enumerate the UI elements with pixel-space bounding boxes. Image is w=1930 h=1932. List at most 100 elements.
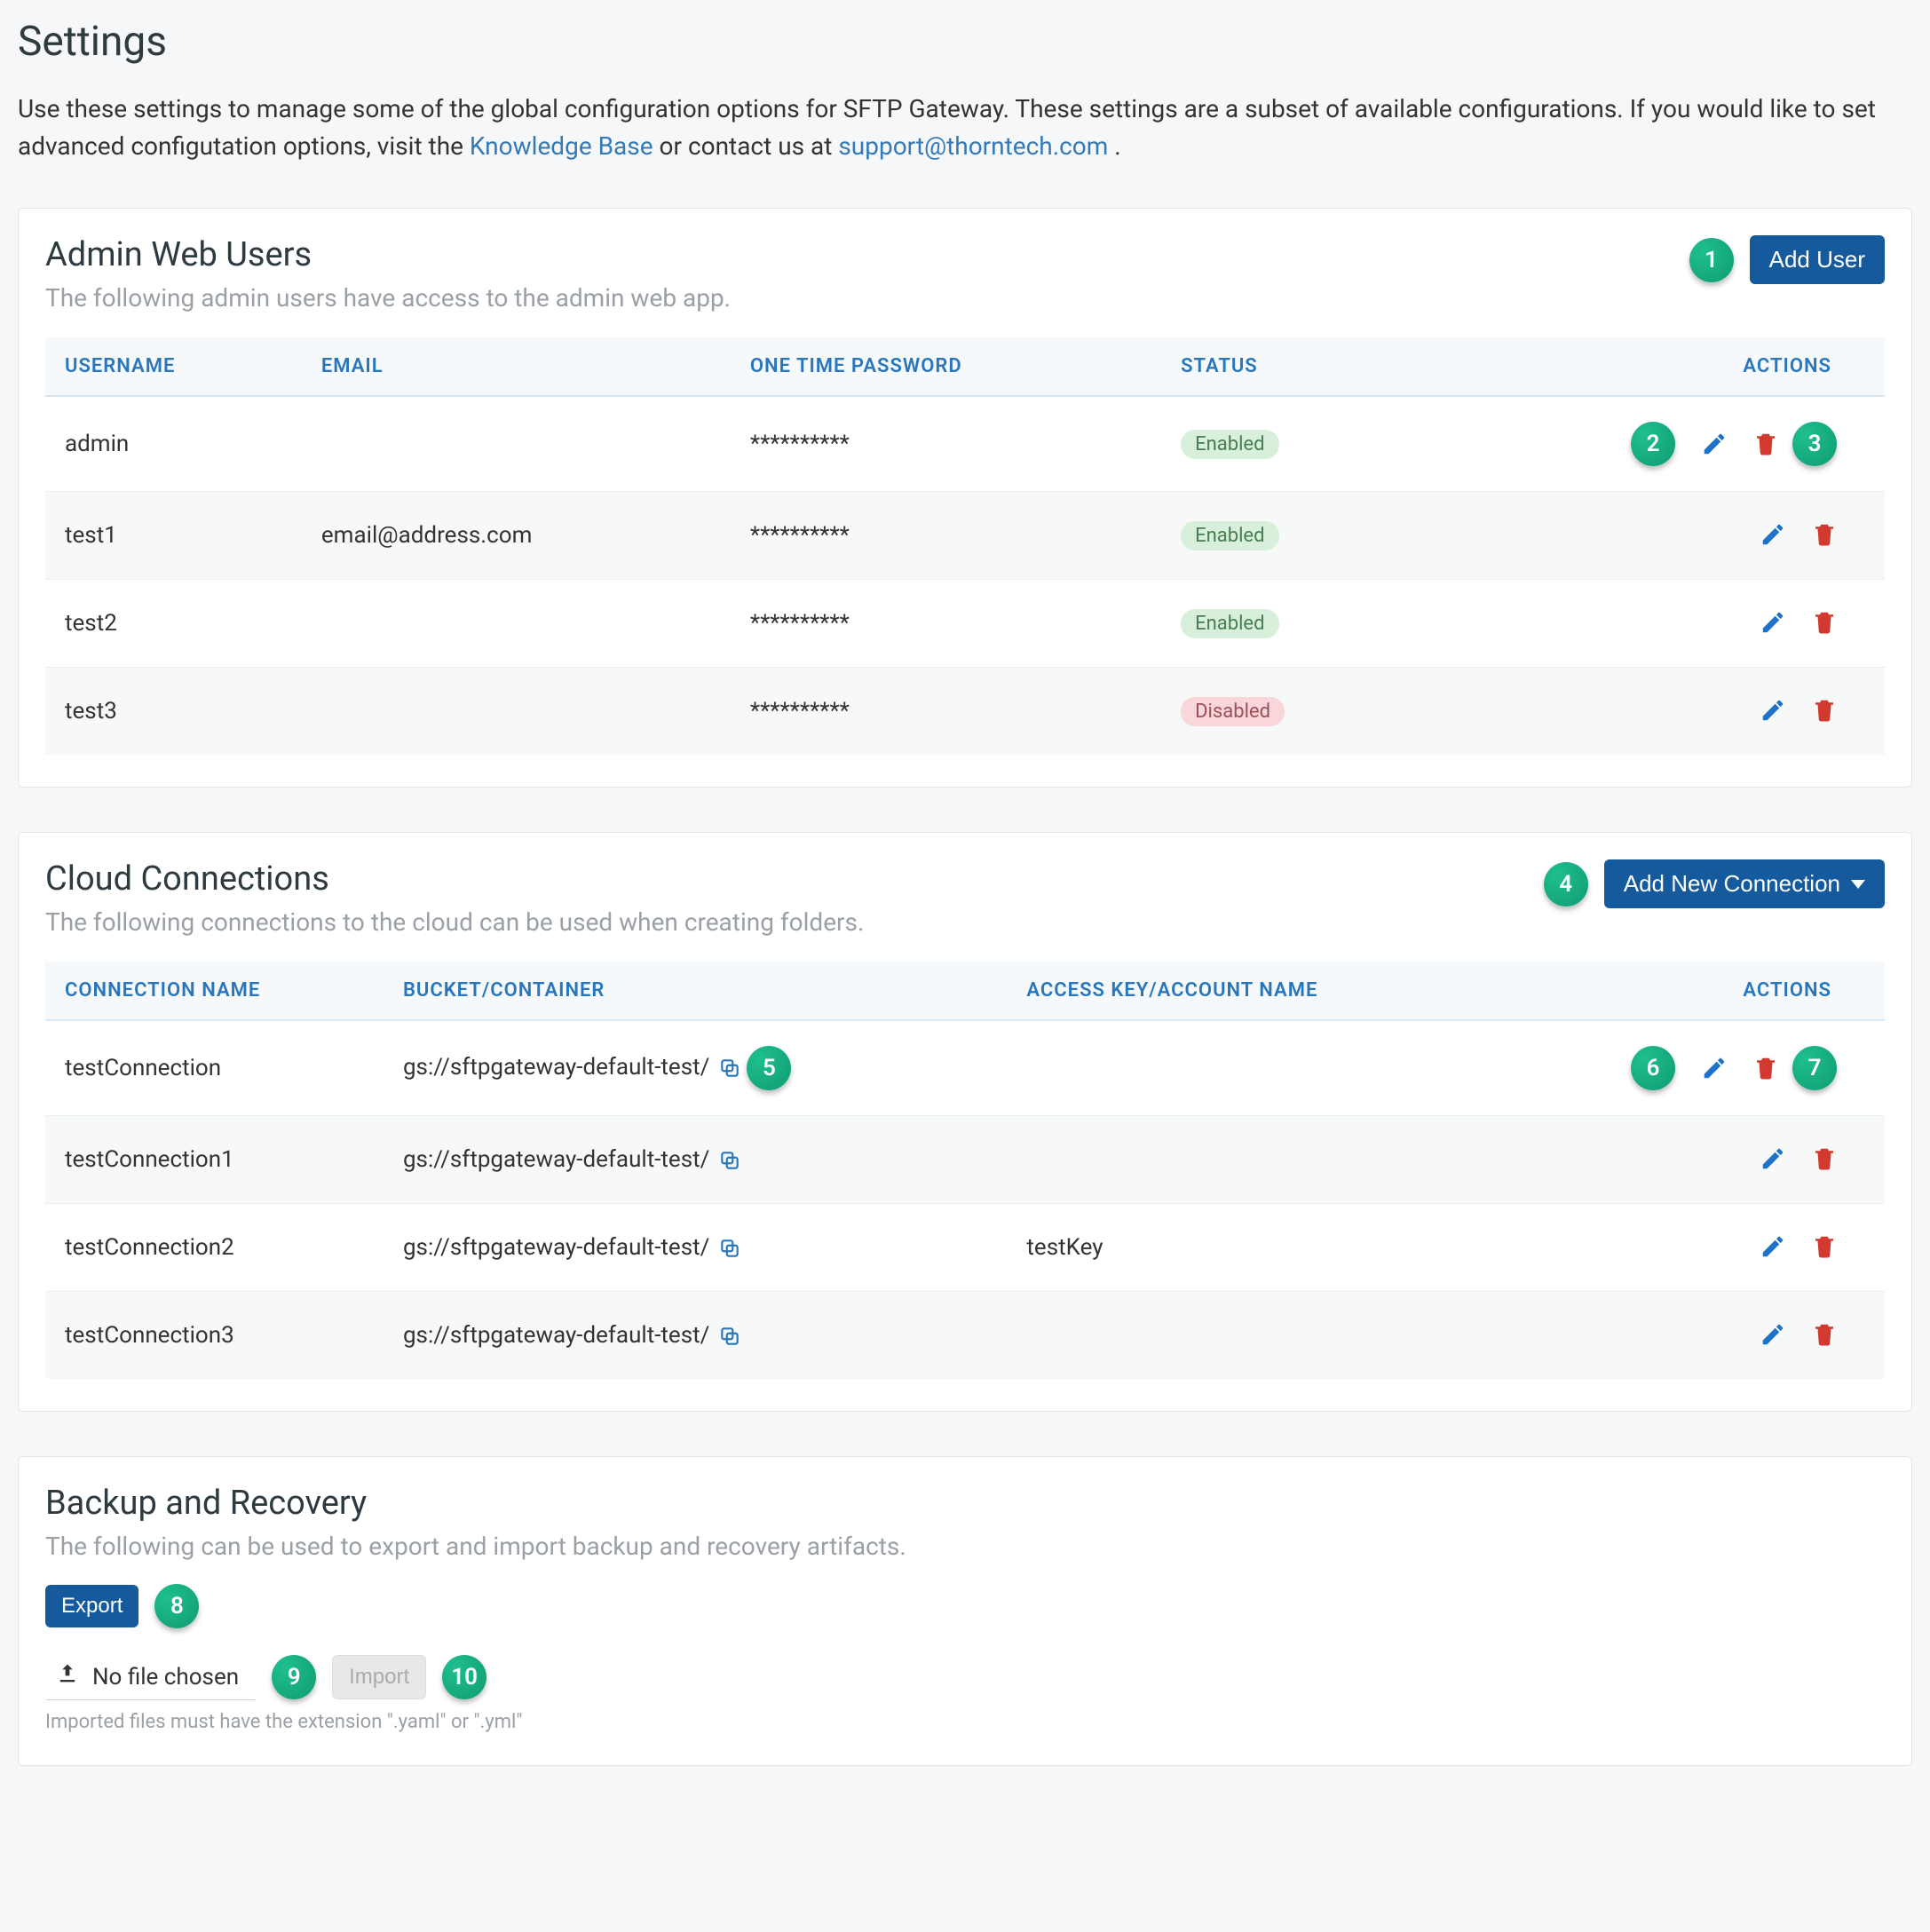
add-user-button[interactable]: Add User bbox=[1750, 235, 1885, 284]
cell-username: test2 bbox=[45, 580, 302, 668]
backup-panel-title: Backup and Recovery bbox=[45, 1484, 1885, 1523]
cell-otp: ********** bbox=[731, 580, 1161, 668]
table-row: test1email@address.com**********Enabled bbox=[45, 492, 1885, 580]
cell-connection-name: testConnection3 bbox=[45, 1292, 384, 1380]
edit-icon[interactable] bbox=[1755, 517, 1791, 552]
cell-actions bbox=[1406, 580, 1885, 668]
bucket-text: gs://sftpgateway-default-test/ bbox=[403, 1146, 709, 1173]
delete-icon[interactable] bbox=[1807, 1229, 1842, 1264]
cell-actions bbox=[1483, 1292, 1885, 1380]
cell-email bbox=[302, 396, 731, 492]
annotation-marker-7: 7 bbox=[1792, 1046, 1837, 1090]
backup-recovery-panel: Backup and Recovery The following can be… bbox=[18, 1456, 1912, 1766]
admin-panel-subtitle: The following admin users have access to… bbox=[45, 283, 731, 313]
cell-actions bbox=[1406, 668, 1885, 756]
annotation-marker-10: 10 bbox=[442, 1655, 486, 1699]
cloud-panel-title: Cloud Connections bbox=[45, 859, 864, 899]
bucket-text: gs://sftpgateway-default-test/ bbox=[403, 1234, 709, 1261]
bucket-text: gs://sftpgateway-default-test/ bbox=[403, 1322, 709, 1349]
cell-access-key bbox=[1007, 1116, 1483, 1204]
cell-actions: 67 bbox=[1483, 1020, 1885, 1116]
delete-icon[interactable] bbox=[1807, 693, 1842, 728]
cell-status: Enabled bbox=[1161, 580, 1406, 668]
annotation-marker-6: 6 bbox=[1631, 1046, 1675, 1090]
col-email: EMAIL bbox=[302, 337, 731, 396]
cell-email bbox=[302, 580, 731, 668]
col-status: STATUS bbox=[1161, 337, 1406, 396]
delete-icon[interactable] bbox=[1748, 1050, 1784, 1086]
copy-icon[interactable] bbox=[718, 1325, 741, 1348]
status-badge: Enabled bbox=[1181, 521, 1278, 550]
cell-actions: 23 bbox=[1406, 396, 1885, 492]
table-row: testConnectiongs://sftpgateway-default-t… bbox=[45, 1020, 1885, 1116]
table-row: test2 ********** Enabled bbox=[45, 580, 1885, 668]
copy-icon[interactable] bbox=[718, 1237, 741, 1260]
table-row: testConnection2gs://sftpgateway-default-… bbox=[45, 1204, 1885, 1292]
edit-icon[interactable] bbox=[1755, 1141, 1791, 1176]
col-access-key: ACCESS KEY/ACCOUNT NAME bbox=[1007, 962, 1483, 1020]
cloud-connections-panel: Cloud Connections The following connecti… bbox=[18, 832, 1912, 1412]
status-badge: Enabled bbox=[1181, 430, 1278, 459]
delete-icon[interactable] bbox=[1748, 426, 1784, 462]
copy-icon[interactable] bbox=[718, 1057, 741, 1080]
cell-actions bbox=[1406, 492, 1885, 580]
col-otp: ONE TIME PASSWORD bbox=[731, 337, 1161, 396]
cloud-connections-table: CONNECTION NAME BUCKET/CONTAINER ACCESS … bbox=[45, 962, 1885, 1379]
annotation-marker-5: 5 bbox=[747, 1046, 791, 1090]
col-actions: ACTIONS bbox=[1483, 962, 1885, 1020]
delete-icon[interactable] bbox=[1807, 605, 1842, 640]
edit-icon[interactable] bbox=[1755, 1229, 1791, 1264]
status-badge: Enabled bbox=[1181, 609, 1278, 638]
export-button[interactable]: Export bbox=[45, 1585, 138, 1627]
cell-email bbox=[302, 668, 731, 756]
cell-actions bbox=[1483, 1204, 1885, 1292]
table-row: test3**********Disabled bbox=[45, 668, 1885, 756]
edit-icon[interactable] bbox=[1755, 693, 1791, 728]
annotation-marker-4: 4 bbox=[1544, 862, 1588, 907]
admin-panel-title: Admin Web Users bbox=[45, 235, 731, 274]
edit-icon[interactable] bbox=[1697, 1050, 1732, 1086]
col-actions: ACTIONS bbox=[1406, 337, 1885, 396]
table-row: testConnection1gs://sftpgateway-default-… bbox=[45, 1116, 1885, 1204]
cell-bucket: gs://sftpgateway-default-test/ bbox=[384, 1116, 1007, 1204]
page-title: Settings bbox=[18, 18, 1912, 66]
cell-status: Enabled bbox=[1161, 492, 1406, 580]
delete-icon[interactable] bbox=[1807, 1317, 1842, 1352]
chevron-down-icon bbox=[1851, 880, 1865, 889]
edit-icon[interactable] bbox=[1755, 605, 1791, 640]
cell-bucket: gs://sftpgateway-default-test/ bbox=[384, 1292, 1007, 1380]
annotation-marker-2: 2 bbox=[1631, 422, 1675, 466]
file-chooser[interactable]: No file chosen bbox=[45, 1653, 256, 1700]
delete-icon[interactable] bbox=[1807, 517, 1842, 552]
cell-bucket: gs://sftpgateway-default-test/ bbox=[384, 1204, 1007, 1292]
cell-bucket: gs://sftpgateway-default-test/5 bbox=[384, 1020, 1007, 1116]
cell-email: email@address.com bbox=[302, 492, 731, 580]
delete-icon[interactable] bbox=[1807, 1141, 1842, 1176]
edit-icon[interactable] bbox=[1697, 426, 1732, 462]
file-chooser-label: No file chosen bbox=[92, 1664, 239, 1690]
add-connection-button[interactable]: Add New Connection bbox=[1604, 859, 1885, 908]
annotation-marker-8: 8 bbox=[154, 1584, 199, 1628]
table-row: admin**********Enabled23 bbox=[45, 396, 1885, 492]
col-bucket: BUCKET/CONTAINER bbox=[384, 962, 1007, 1020]
annotation-marker-1: 1 bbox=[1689, 238, 1734, 282]
admin-users-panel: Admin Web Users The following admin user… bbox=[18, 208, 1912, 788]
add-connection-label: Add New Connection bbox=[1624, 870, 1840, 898]
cell-connection-name: testConnection bbox=[45, 1020, 384, 1116]
cell-access-key bbox=[1007, 1292, 1483, 1380]
edit-icon[interactable] bbox=[1755, 1317, 1791, 1352]
copy-icon[interactable] bbox=[718, 1149, 741, 1172]
support-email-link[interactable]: support@thorntech.com bbox=[838, 131, 1108, 161]
cell-actions bbox=[1483, 1116, 1885, 1204]
import-button[interactable]: Import bbox=[332, 1655, 426, 1699]
cell-status: Enabled bbox=[1161, 396, 1406, 492]
col-connection-name: CONNECTION NAME bbox=[45, 962, 384, 1020]
cell-username: test1 bbox=[45, 492, 302, 580]
knowledge-base-link[interactable]: Knowledge Base bbox=[470, 131, 653, 161]
admin-users-table: USERNAME EMAIL ONE TIME PASSWORD STATUS … bbox=[45, 337, 1885, 755]
col-username: USERNAME bbox=[45, 337, 302, 396]
desc-text-mid: or contact us at bbox=[660, 131, 839, 161]
page-description: Use these settings to manage some of the… bbox=[18, 91, 1912, 165]
table-row: testConnection3 gs://sftpgateway-default-… bbox=[45, 1292, 1885, 1380]
annotation-marker-3: 3 bbox=[1792, 422, 1837, 466]
